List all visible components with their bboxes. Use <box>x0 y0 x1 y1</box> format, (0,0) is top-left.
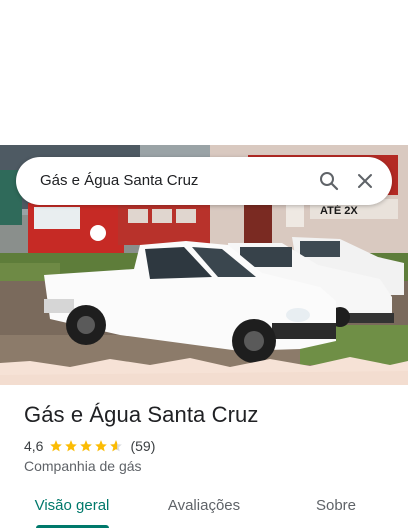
sign-text: ATÉ 2X <box>320 204 358 217</box>
place-tabs: Visão geral Avaliações Sobre <box>0 488 408 530</box>
tab-reviews[interactable]: Avaliações <box>152 488 256 524</box>
search-bar[interactable]: Gás e Água Santa Cruz <box>16 157 392 205</box>
star-icon <box>50 440 63 452</box>
rating-row[interactable]: 4,6 (59) <box>24 437 155 455</box>
map-blank-area <box>0 0 408 145</box>
place-category: Companhia de gás <box>24 458 142 474</box>
star-icon <box>95 440 108 452</box>
rating-stars <box>49 439 124 453</box>
star-icon <box>65 440 78 452</box>
place-title: Gás e Água Santa Cruz <box>24 402 259 427</box>
close-icon[interactable] <box>353 169 377 193</box>
search-query-text[interactable]: Gás e Água Santa Cruz <box>40 157 198 205</box>
tab-selected-indicator <box>36 525 109 528</box>
star-half-icon <box>110 440 123 452</box>
star-icon <box>80 440 93 452</box>
tab-overview[interactable]: Visão geral <box>24 488 120 524</box>
rating-value: 4,6 <box>24 438 44 454</box>
review-count[interactable]: (59) <box>130 438 155 454</box>
search-icon[interactable] <box>317 169 341 193</box>
tab-about[interactable]: Sobre <box>296 488 376 524</box>
